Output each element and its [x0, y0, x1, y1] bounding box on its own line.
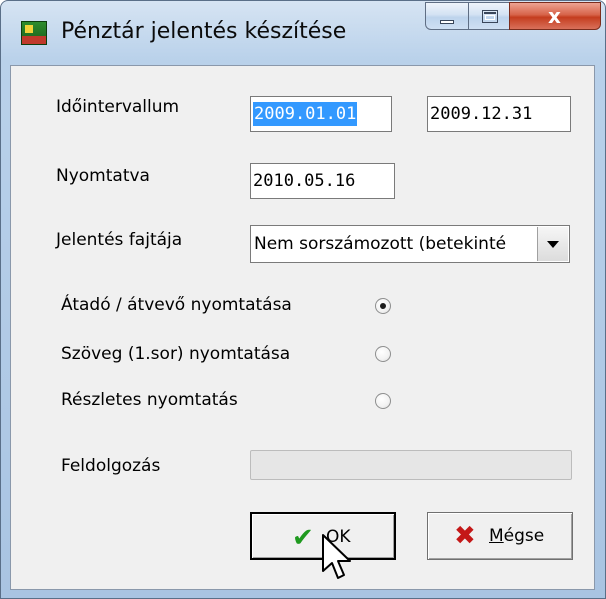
printed-date-field[interactable]: 2010.05.16: [250, 163, 395, 199]
interval-label: Időintervallum: [56, 97, 180, 117]
interval-from-value: 2009.01.01: [253, 102, 358, 126]
dialog-window: Pénztár jelentés készítése x Időinterval…: [0, 0, 606, 599]
close-icon: x: [548, 4, 561, 28]
option-label-detailed: Részletes nyomtatás: [61, 390, 238, 410]
cancel-button-label: Mégse: [489, 513, 544, 559]
caption-buttons: x: [425, 2, 601, 32]
chevron-down-icon[interactable]: [537, 227, 568, 261]
dialog-client-area: Időintervallum 2009.01.01 2009.12.31 Nyo…: [10, 65, 595, 590]
checkmark-icon: ✔: [292, 523, 314, 553]
cancel-mnemonic: M: [489, 526, 504, 546]
option-label-text-first-line: Szöveg (1.sor) nyomtatása: [61, 344, 291, 364]
interval-from-field[interactable]: 2009.01.01: [250, 96, 392, 132]
processing-label: Feldolgozás: [61, 456, 161, 476]
report-type-select[interactable]: Nem sorszámozott (betekinté: [250, 225, 570, 263]
cancel-button[interactable]: ✖ Mégse: [427, 512, 573, 560]
app-icon[interactable]: [21, 21, 47, 45]
interval-to-field[interactable]: 2009.12.31: [427, 96, 571, 132]
cancel-label-rest: égse: [503, 526, 545, 546]
title-bar[interactable]: Pénztár jelentés készítése x: [1, 1, 605, 65]
window-title: Pénztár jelentés készítése: [61, 19, 347, 44]
printed-label: Nyomtatva: [56, 166, 150, 186]
option-radio-handover[interactable]: [375, 298, 391, 314]
report-type-value: Nem sorszámozott (betekinté: [254, 234, 507, 254]
maximize-icon: [482, 10, 498, 23]
option-radio-text-first-line[interactable]: [375, 346, 391, 362]
close-button[interactable]: x: [509, 2, 601, 30]
minimize-icon: [440, 20, 454, 24]
mouse-pointer-icon: [322, 534, 351, 579]
report-type-label: Jelentés fajtája: [56, 230, 183, 250]
x-mark-icon: ✖: [454, 521, 476, 551]
option-radio-detailed[interactable]: [375, 393, 391, 409]
processing-progress-bar: [250, 450, 572, 480]
minimize-button[interactable]: [425, 2, 469, 30]
maximize-button[interactable]: [468, 2, 510, 30]
option-label-handover: Átadó / átvevő nyomtatása: [61, 295, 292, 315]
